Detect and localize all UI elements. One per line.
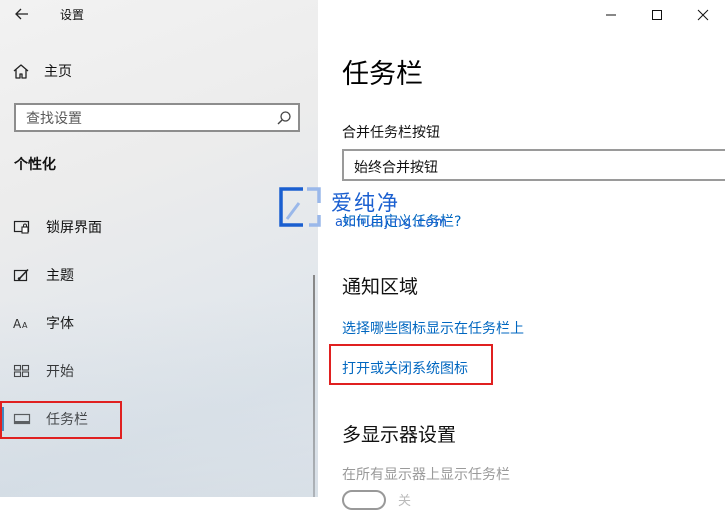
sidebar-item-theme[interactable]: 主题 (0, 257, 318, 293)
back-button[interactable] (8, 3, 36, 25)
close-icon (697, 9, 709, 21)
combine-buttons-value: 始终合并按钮 (354, 160, 438, 176)
close-button[interactable] (680, 0, 725, 30)
back-arrow-icon (15, 8, 28, 20)
select-icons-link[interactable]: 选择哪些图标显示在任务栏上 (342, 318, 524, 338)
minimize-button[interactable] (588, 0, 634, 30)
customize-taskbar-link[interactable]: 如何自定义任务栏? (342, 211, 461, 231)
theme-brush-icon (13, 266, 31, 284)
combine-buttons-label: 合并任务栏按钮 (342, 125, 440, 141)
sidebar-titlebar: 设置 (0, 0, 318, 30)
sidebar-item-start[interactable]: 开始 (0, 353, 318, 389)
settings-sidebar: 设置 主页 个性化 锁屏界面 (0, 0, 318, 497)
home-nav-item[interactable]: 主页 (12, 58, 302, 84)
sidebar-item-label: 任务栏 (46, 412, 88, 428)
svg-text:A: A (13, 317, 22, 331)
taskbar-icon (13, 410, 31, 428)
font-icon: A A (13, 314, 31, 332)
multiple-displays-heading: 多显示器设置 (342, 424, 457, 446)
maximize-icon (652, 10, 662, 20)
sidebar-item-label: 开始 (46, 364, 74, 380)
sidebar-item-label: 锁屏界面 (46, 220, 102, 236)
maximize-button[interactable] (634, 0, 680, 30)
show-taskbar-all-displays-toggle[interactable] (342, 490, 386, 510)
sidebar-item-lock-screen[interactable]: 锁屏界面 (0, 209, 318, 245)
minimize-icon (606, 14, 616, 16)
sidebar-scrollbar[interactable] (313, 275, 315, 497)
system-icons-link[interactable]: 打开或关闭系统图标 (342, 358, 468, 378)
search-box[interactable] (14, 103, 300, 132)
sidebar-item-label: 主题 (46, 268, 74, 284)
sidebar-item-font[interactable]: A A 字体 (0, 305, 318, 341)
section-title: 个性化 (14, 157, 56, 173)
sidebar-item-taskbar[interactable]: 任务栏 (0, 401, 318, 437)
selection-indicator (0, 407, 4, 431)
page-title: 任务栏 (342, 59, 423, 90)
start-grid-icon (13, 362, 31, 380)
home-label: 主页 (44, 64, 72, 80)
notification-area-heading: 通知区域 (342, 276, 419, 298)
sidebar-item-label: 字体 (46, 316, 74, 332)
combine-buttons-dropdown[interactable]: 始终合并按钮 (342, 149, 725, 181)
settings-main-panel: 任务栏 合并任务栏按钮 始终合并按钮 如何自定义任务栏? 通知区域 选择哪些图标… (318, 0, 725, 510)
lock-screen-icon (13, 218, 31, 236)
svg-text:A: A (22, 321, 28, 330)
toggle-state-label: 关 (398, 494, 412, 509)
home-icon (13, 63, 29, 79)
show-taskbar-all-displays-label: 在所有显示器上显示任务栏 (342, 467, 510, 483)
search-input[interactable] (24, 108, 268, 129)
app-title: 设置 (60, 8, 85, 22)
search-icon[interactable] (276, 110, 292, 126)
